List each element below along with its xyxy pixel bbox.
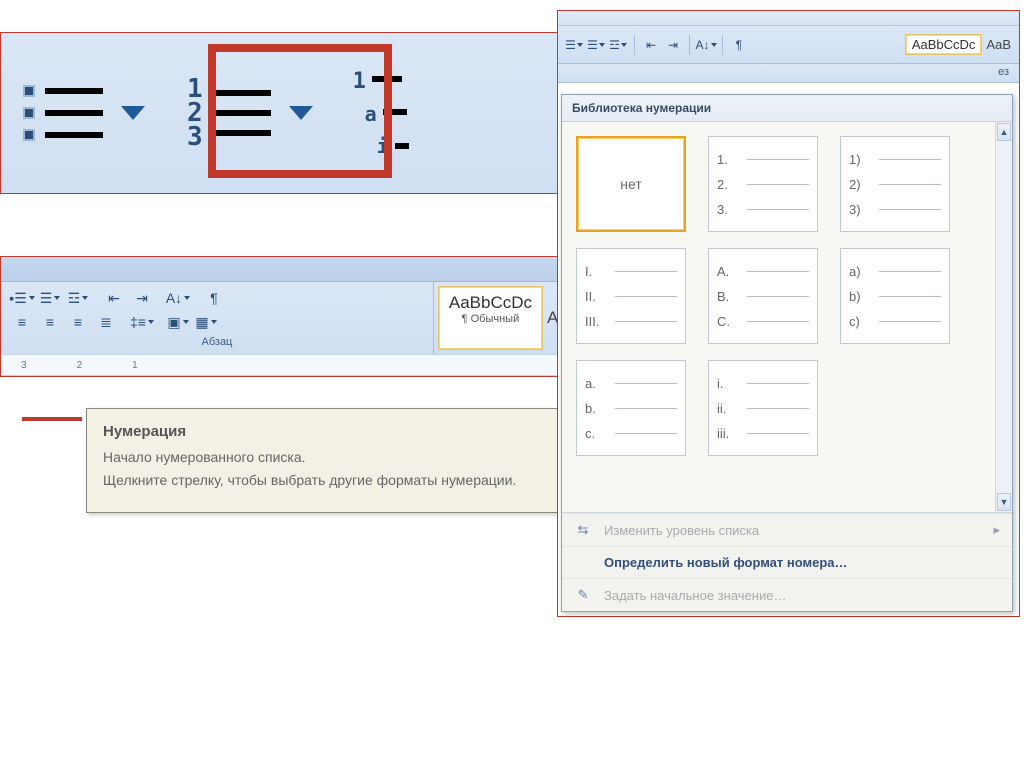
tooltip-numbering: Нумерация Начало нумерованного списка. Щ… bbox=[86, 408, 590, 513]
scroll-down-icon[interactable]: ▼ bbox=[997, 493, 1011, 511]
bullets-icon[interactable]: ▪☰ bbox=[9, 286, 35, 310]
tooltip-body: Начало нумерованного списка. bbox=[103, 448, 573, 467]
numbering-icon[interactable]: ☰ bbox=[586, 35, 606, 55]
numbering-tile[interactable]: I.II.III. bbox=[576, 248, 686, 344]
chevron-right-icon: ▸ bbox=[993, 522, 1000, 538]
indent-right-icon[interactable]: ⇥ bbox=[663, 35, 683, 55]
style-chip[interactable]: AaBbCcDc bbox=[905, 34, 983, 55]
cut-label: ез bbox=[558, 64, 1019, 83]
bullets-button[interactable] bbox=[23, 85, 145, 141]
style-normal[interactable]: AaBbCcDc ¶ Обычный bbox=[438, 286, 543, 350]
align-right-icon[interactable]: ≡ bbox=[65, 310, 91, 334]
numbering-tile[interactable]: 1.2.3. bbox=[708, 136, 818, 232]
sort-icon[interactable]: A↓ bbox=[696, 35, 716, 55]
multilevel-icon[interactable]: ☲ bbox=[65, 286, 91, 310]
multilevel-button[interactable]: 1 a i bbox=[353, 69, 409, 158]
align-center-icon[interactable]: ≡ bbox=[37, 310, 63, 334]
chevron-down-icon[interactable] bbox=[289, 106, 313, 120]
zoomed-list-buttons: 123 1 a i bbox=[0, 32, 560, 194]
pencil-icon: ✎ bbox=[574, 587, 592, 603]
highlight-underline bbox=[22, 417, 82, 421]
paragraph-ribbon: ▪☰ ☰ ☲ ⇤ ⇥ A↓ ¶ ≡ ≡ ≡ ≣ ‡≡ ▣ ▦ bbox=[0, 256, 560, 377]
right-panel: ☰ ☰ ☲ ⇤ ⇥ A↓ ¶ AaBbCcDc AaB ез Библиотек… bbox=[557, 10, 1020, 617]
numbering-tile[interactable]: a)b)c) bbox=[840, 248, 950, 344]
multilevel-icon[interactable]: ☲ bbox=[608, 35, 628, 55]
align-justify-icon[interactable]: ≣ bbox=[93, 310, 119, 334]
dropdown-title: Библиотека нумерации bbox=[562, 95, 1012, 122]
pilcrow-icon[interactable]: ¶ bbox=[729, 35, 749, 55]
numbering-library-dropdown: Библиотека нумерации нет1.2.3.1)2)3) I.II… bbox=[561, 94, 1013, 612]
numbering-tile[interactable]: a.b.c. bbox=[576, 360, 686, 456]
define-new-format[interactable]: Определить новый формат номера… bbox=[562, 546, 1012, 578]
indent-icon: ⇆ bbox=[574, 522, 592, 538]
ruler: 3 2 1 bbox=[1, 354, 559, 376]
tile-grid: нет1.2.3.1)2)3) I.II.III.A.B.C.a)b)c) a.b.… bbox=[562, 122, 995, 512]
scrollbar[interactable]: ▲ ▼ bbox=[995, 122, 1012, 512]
pilcrow-icon[interactable]: ¶ bbox=[201, 286, 227, 310]
tooltip-body2: Щелкните стрелку, чтобы выбрать другие ф… bbox=[103, 471, 573, 490]
group-label: Абзац bbox=[9, 334, 425, 352]
line-spacing-icon[interactable]: ‡≡ bbox=[129, 310, 155, 334]
numbering-tile[interactable]: 1)2)3) bbox=[840, 136, 950, 232]
align-left-icon[interactable]: ≡ bbox=[9, 310, 35, 334]
scroll-up-icon[interactable]: ▲ bbox=[997, 123, 1011, 141]
chevron-down-icon[interactable] bbox=[121, 106, 145, 120]
shading-icon[interactable]: ▣ bbox=[165, 310, 191, 334]
numbering-icon[interactable]: ☰ bbox=[37, 286, 63, 310]
numbering-tile[interactable]: A.B.C. bbox=[708, 248, 818, 344]
bullets-icon[interactable]: ☰ bbox=[564, 35, 584, 55]
sort-icon[interactable]: A↓ bbox=[165, 286, 191, 310]
set-numbering-value: ✎ Задать начальное значение… bbox=[562, 578, 1012, 611]
indent-left-icon[interactable]: ⇤ bbox=[101, 286, 127, 310]
change-list-level: ⇆ Изменить уровень списка ▸ bbox=[562, 513, 1012, 546]
indent-right-icon[interactable]: ⇥ bbox=[129, 286, 155, 310]
tooltip-title: Нумерация bbox=[103, 423, 573, 440]
numbering-tile[interactable]: i.ii.iii. bbox=[708, 360, 818, 456]
borders-icon[interactable]: ▦ bbox=[193, 310, 219, 334]
indent-left-icon[interactable]: ⇤ bbox=[641, 35, 661, 55]
numbering-tile[interactable]: нет bbox=[576, 136, 686, 232]
mini-ribbon: ☰ ☰ ☲ ⇤ ⇥ A↓ ¶ AaBbCcDc AaB bbox=[558, 26, 1019, 64]
numbering-button[interactable]: 123 bbox=[187, 79, 313, 147]
